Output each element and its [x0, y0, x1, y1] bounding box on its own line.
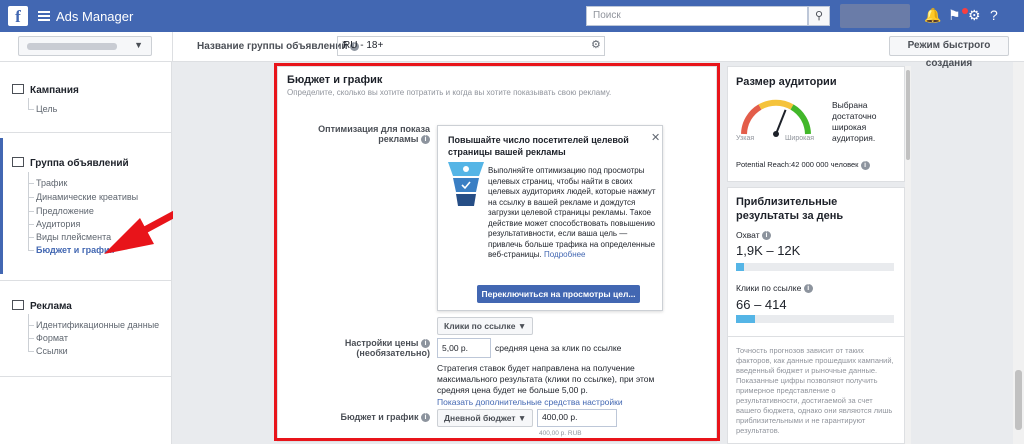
sidebar-item-offer[interactable]: Предложение: [36, 206, 94, 216]
clicks-bar-fill: [736, 315, 755, 323]
info-icon[interactable]: i: [803, 284, 813, 294]
tree-tick: [28, 237, 34, 238]
gauge-narrow-label: Узкая: [736, 135, 755, 142]
tree-tick: [28, 338, 34, 339]
tree-line: [28, 314, 29, 352]
tree-tick: [28, 211, 34, 212]
gear-icon[interactable]: ⚙: [968, 7, 981, 24]
info-icon[interactable]: i: [860, 160, 870, 170]
annotation-highlight-frame: [274, 63, 720, 441]
right-panel-scroll-thumb[interactable]: [906, 70, 910, 160]
sidebar-item-identity[interactable]: Идентификационные данные: [36, 320, 159, 330]
hamburger-menu-icon[interactable]: [38, 11, 50, 21]
help-icon[interactable]: ?: [990, 7, 998, 23]
ad-icon: [12, 300, 24, 310]
active-section-indicator: [0, 138, 3, 274]
sidebar-item-traffic[interactable]: Трафик: [36, 178, 67, 188]
tree-tick: [28, 351, 34, 352]
reach-bar: [736, 263, 894, 271]
adset-grid-icon: [12, 157, 24, 167]
chevron-down-icon: ▼: [134, 40, 143, 50]
app-title[interactable]: Ads Manager: [56, 9, 133, 24]
divider: [727, 336, 905, 337]
tree-tick: [28, 224, 34, 225]
adset-name-input[interactable]: RU - 18+: [337, 36, 605, 56]
page-scroll-thumb[interactable]: [1015, 370, 1022, 430]
divider: [0, 376, 172, 377]
audience-gauge: [741, 99, 811, 137]
tree-tick: [28, 183, 34, 184]
reach-value: 1,9K – 12K: [736, 243, 801, 258]
search-icon[interactable]: ⚲: [808, 6, 830, 26]
reach-bar-fill: [736, 263, 744, 271]
divider: [172, 32, 173, 62]
sidebar-item-format[interactable]: Формат: [36, 333, 68, 343]
sidebar-section-ad[interactable]: Реклама: [12, 300, 72, 312]
user-avatar[interactable]: [840, 4, 910, 28]
divider: [0, 280, 172, 281]
flag-icon[interactable]: ⚑: [948, 7, 961, 24]
search-input[interactable]: Поиск: [586, 6, 808, 26]
results-disclaimer: Точность прогнозов зависит от таких факт…: [736, 346, 894, 435]
bell-icon[interactable]: 🔔: [924, 7, 941, 24]
quick-create-button[interactable]: Режим быстрого создания: [889, 36, 1009, 69]
results-title: Приблизительные результаты за день: [736, 196, 844, 222]
tree-tick: [28, 250, 34, 251]
gauge-wide-label: Широкая: [785, 135, 815, 142]
clicks-bar: [736, 315, 894, 323]
tree-tick: [28, 109, 34, 110]
gear-icon[interactable]: ⚙: [591, 38, 601, 51]
adset-name-label: Название группы объявлений i: [197, 41, 360, 52]
tree-tick: [28, 325, 34, 326]
info-icon[interactable]: i: [762, 231, 771, 241]
account-name-blurred: [27, 43, 117, 50]
sidebar-item-objective[interactable]: Цель: [36, 104, 57, 114]
campaign-icon: [12, 84, 24, 94]
reach-label: Охват i: [736, 230, 771, 241]
clicks-label: Клики по ссылке i: [736, 283, 813, 294]
sidebar-section-campaign[interactable]: Кампания: [12, 84, 79, 96]
clicks-value: 66 – 414: [736, 297, 787, 312]
sidebar-item-links[interactable]: Ссылки: [36, 346, 68, 356]
sidebar-item-audience[interactable]: Аудитория: [36, 219, 80, 229]
divider: [0, 132, 172, 133]
tree-tick: [28, 197, 34, 198]
audience-title: Размер аудитории: [736, 76, 837, 88]
facebook-logo-icon[interactable]: f: [8, 6, 28, 26]
account-selector[interactable]: ▼: [18, 36, 152, 56]
potential-reach: Potential Reach:42 000 000 человек i: [736, 159, 904, 170]
audience-verdict: Выбрана достаточно широкая аудитория.: [832, 100, 877, 143]
